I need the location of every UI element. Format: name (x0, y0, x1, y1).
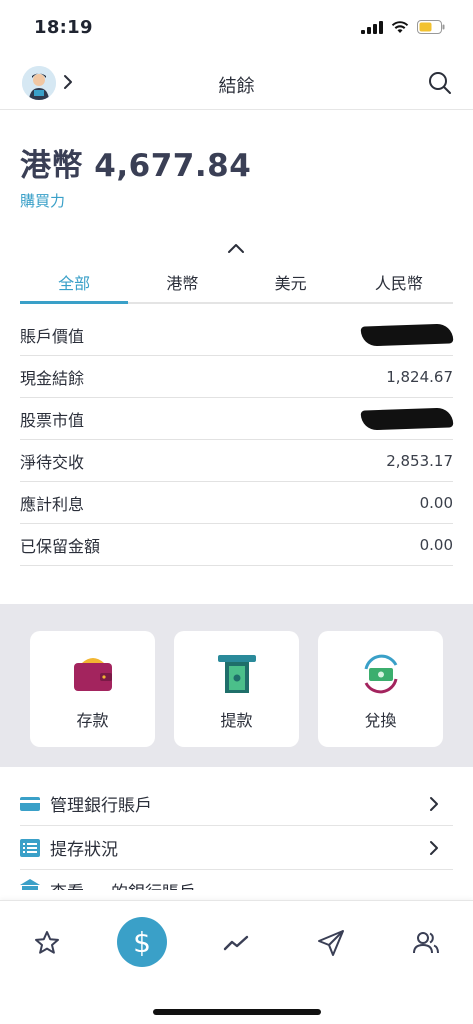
tab-trade[interactable] (309, 921, 353, 965)
exchange-label: 兌換 (364, 711, 397, 730)
chevron-up-icon[interactable] (226, 241, 246, 255)
currency-exchange-icon (364, 654, 398, 694)
withdraw-button[interactable]: 提款 (174, 631, 299, 747)
row-value: 0.00 (419, 535, 453, 554)
send-icon (318, 930, 344, 956)
tab-markets[interactable] (214, 921, 258, 965)
bank-icon (20, 879, 40, 890)
row-reserved-amount: 已保留金額 0.00 (20, 524, 453, 566)
tab-all[interactable]: 全部 (20, 262, 129, 304)
wifi-icon (391, 20, 409, 33)
trend-icon (223, 935, 249, 951)
row-cash-balance: 現金結餘 1,824.67 (20, 356, 453, 398)
redacted-value (360, 322, 454, 347)
tab-balance[interactable]: $ (117, 917, 167, 967)
link-label: 提存狀況 (50, 840, 118, 860)
tab-usd[interactable]: 美元 (237, 262, 345, 302)
row-label: 應計利息 (20, 494, 85, 514)
status-time: 18:19 (34, 17, 93, 38)
cellular-signal-icon (361, 20, 383, 34)
page-title: 結餘 (218, 76, 255, 97)
balance-amount: 港幣 4,677.84 (20, 148, 252, 184)
row-label: 賬戶價值 (20, 326, 85, 346)
battery-icon (417, 20, 445, 34)
list-icon (20, 838, 40, 857)
bottom-tab-bar: $ (0, 900, 473, 1024)
row-account-value: 賬戶價值 (20, 314, 454, 356)
row-value: 2,853.17 (386, 451, 453, 470)
tab-cny[interactable]: 人民幣 (345, 262, 453, 302)
search-icon[interactable] (427, 70, 453, 96)
row-value: 0.00 (419, 493, 453, 512)
withdraw-label: 提款 (220, 711, 253, 730)
card-icon (20, 796, 40, 811)
account-links: 管理銀行賬戶 提存狀況 查看 ... 的銀行賬戶 (20, 782, 453, 890)
chevron-right-icon (430, 797, 438, 811)
currency-tabs: 全部 港幣 美元 人民幣 (20, 262, 453, 304)
star-icon (35, 931, 59, 954)
tab-hkd[interactable]: 港幣 (128, 262, 236, 302)
atm-withdraw-icon (218, 655, 256, 693)
row-label: 股票市值 (20, 410, 85, 430)
exchange-button[interactable]: 兌換 (318, 631, 443, 747)
chevron-right-icon (430, 841, 438, 855)
bank-accounts-link[interactable]: 查看 ... 的銀行賬戶 (20, 870, 453, 890)
row-net-pending: 淨待交收 2,853.17 (20, 440, 453, 482)
row-accrued-interest: 應計利息 0.00 (20, 482, 453, 524)
row-label: 現金結餘 (20, 368, 85, 388)
deposit-withdraw-status-link[interactable]: 提存狀況 (20, 826, 453, 870)
tab-watchlist[interactable] (25, 921, 69, 965)
status-icons (361, 20, 445, 34)
link-label: 查看 ... 的銀行賬戶 (50, 878, 196, 890)
home-indicator[interactable] (153, 1009, 321, 1015)
redacted-value (360, 406, 454, 431)
status-bar: 18:19 (0, 0, 473, 58)
row-label: 淨待交收 (20, 452, 85, 472)
wallet-icon (74, 658, 112, 691)
actions-panel: 存款 提款 兌換 (0, 604, 473, 767)
row-label: 已保留金額 (20, 536, 101, 556)
balance-details: 賬戶價值 現金結餘 1,824.67 股票市值 淨待交收 2,853.17 應計… (20, 314, 454, 566)
deposit-button[interactable]: 存款 (30, 631, 155, 747)
row-value: 1,824.67 (386, 367, 453, 386)
tab-community[interactable] (404, 921, 448, 965)
link-label: 管理銀行賬戶 (50, 796, 152, 816)
deposit-label: 存款 (76, 711, 109, 730)
buying-power-link[interactable]: 購買力 (20, 190, 65, 211)
nav-bar: 結餘 (0, 58, 473, 110)
dollar-icon: $ (133, 925, 151, 959)
users-icon (413, 932, 439, 954)
manage-bank-accounts-link[interactable]: 管理銀行賬戶 (20, 782, 453, 826)
row-market-value: 股票市值 (20, 398, 454, 440)
